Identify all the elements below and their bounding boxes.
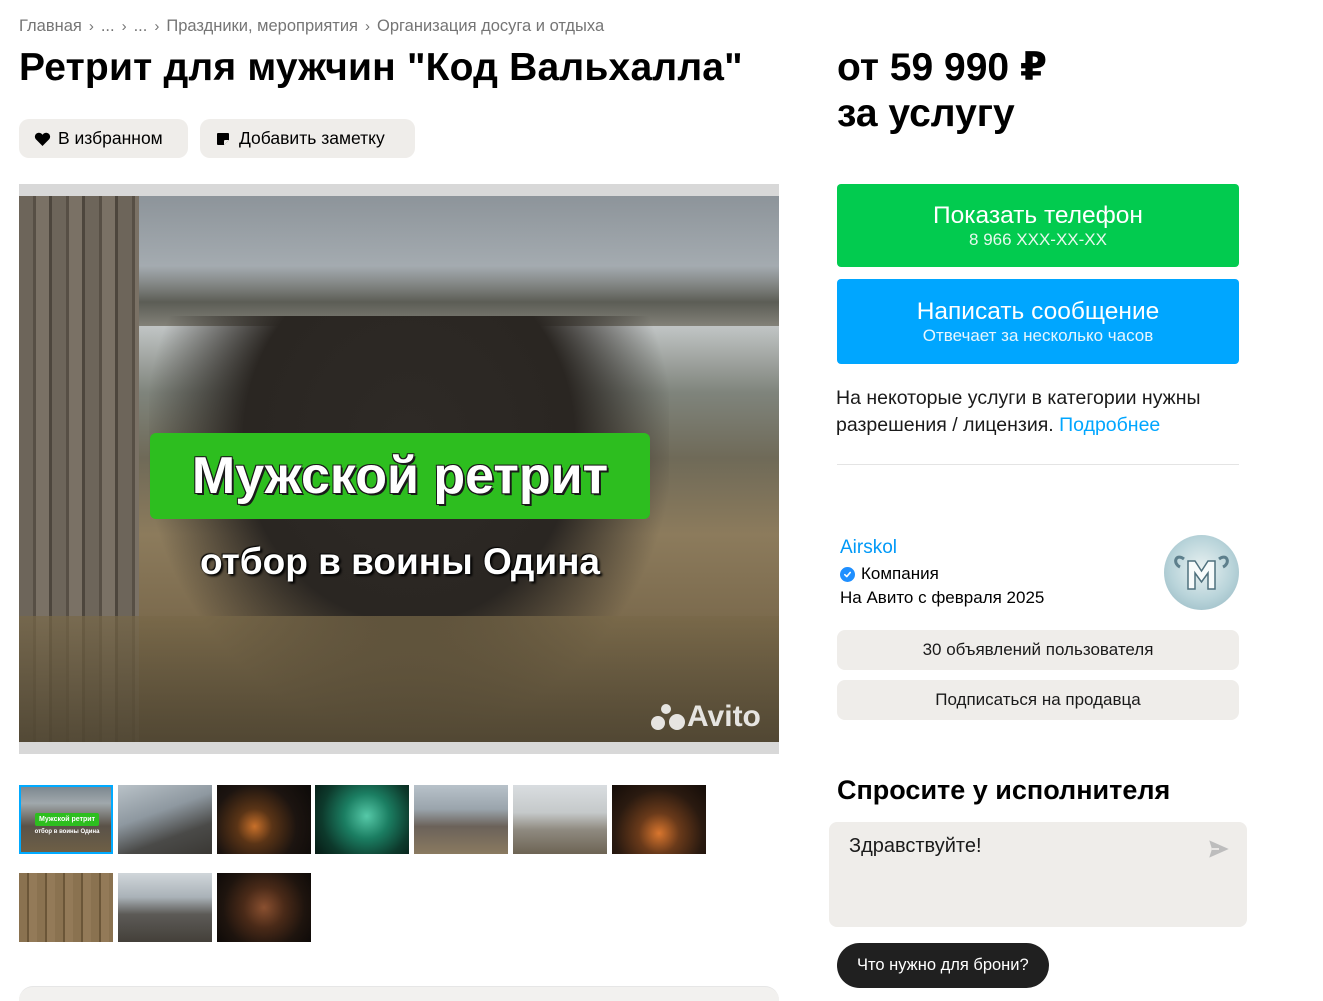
note-icon bbox=[214, 130, 232, 148]
write-message-button[interactable]: Написать сообщение Отвечает за несколько… bbox=[837, 279, 1239, 364]
thumbnail-3[interactable] bbox=[217, 785, 311, 854]
avito-watermark: Avito bbox=[651, 700, 761, 734]
main-photo[interactable]: Мужской ретрит отбор в воины Одина Avito bbox=[19, 184, 779, 754]
thumbnail-4[interactable] bbox=[315, 785, 409, 854]
chevron-right-icon: › bbox=[88, 17, 94, 35]
thumbnail-7[interactable] bbox=[612, 785, 706, 854]
seller-type-label: Компания bbox=[861, 564, 939, 583]
photo-scene: Мужской ретрит отбор в воины Одина Avito bbox=[19, 196, 779, 742]
show-phone-label: Показать телефон bbox=[933, 201, 1143, 229]
breadcrumb-holidays[interactable]: Праздники, мероприятия bbox=[166, 17, 358, 36]
page-title: Ретрит для мужчин "Код Вальхалла" bbox=[19, 46, 743, 89]
add-note-button[interactable]: Добавить заметку bbox=[200, 119, 415, 158]
heart-icon bbox=[33, 130, 51, 148]
breadcrumb-ellipsis-1[interactable]: ... bbox=[101, 17, 115, 36]
write-message-label: Написать сообщение bbox=[916, 297, 1160, 325]
verified-icon bbox=[840, 566, 855, 582]
seller-ads-button[interactable]: 30 объявлений пользователя bbox=[837, 630, 1239, 670]
seller-name[interactable]: Airskol bbox=[840, 537, 897, 559]
favorite-button[interactable]: В избранном bbox=[19, 119, 188, 158]
thumbnail-subtitle: отбор в воины Одина bbox=[34, 829, 100, 835]
price: от 59 990 ₽ за услугу bbox=[837, 45, 1047, 137]
chevron-right-icon: › bbox=[364, 17, 370, 35]
thumbnail-10[interactable] bbox=[217, 873, 311, 942]
watermark-text: Avito bbox=[687, 700, 761, 733]
show-phone-button[interactable]: Показать телефон 8 966 XXX-XX-XX bbox=[837, 184, 1239, 267]
ram-logo-icon bbox=[1174, 555, 1229, 590]
price-unit: за услугу bbox=[837, 92, 1015, 135]
thumbnail-2[interactable] bbox=[118, 785, 212, 854]
add-note-label: Добавить заметку bbox=[239, 128, 385, 148]
price-value: от 59 990 ₽ bbox=[837, 46, 1048, 89]
ask-section-title: Спросите у исполнителя bbox=[837, 775, 1171, 805]
divider bbox=[837, 464, 1239, 465]
breadcrumb-leisure[interactable]: Организация досуга и отдыха bbox=[377, 17, 604, 36]
quick-question-chip[interactable]: Что нужно для брони? bbox=[837, 943, 1049, 988]
seller-type: Компания bbox=[840, 564, 939, 584]
chevron-right-icon: › bbox=[154, 17, 160, 35]
banner-title: Мужской ретрит bbox=[191, 447, 609, 505]
breadcrumb-home[interactable]: Главная bbox=[19, 17, 82, 36]
thumbnail-1[interactable]: Мужской ретрит отбор в воины Одина bbox=[19, 785, 113, 854]
bottom-panel-edge bbox=[19, 986, 779, 1001]
favorite-label: В избранном bbox=[58, 128, 163, 148]
thumbnail-9[interactable] bbox=[118, 873, 212, 942]
response-time: Отвечает за несколько часов bbox=[922, 325, 1154, 345]
avito-logo-icon bbox=[651, 704, 685, 730]
message-textarea[interactable]: Здравствуйте! bbox=[829, 822, 1247, 927]
seller-since: На Авито с февраля 2025 bbox=[840, 588, 1045, 607]
banner-subtitle: отбор в воины Одина bbox=[199, 541, 600, 582]
permits-more-link[interactable]: Подробнее bbox=[1059, 414, 1160, 436]
thumbnail-banner: Мужской ретрит bbox=[35, 813, 99, 826]
phone-masked: 8 966 XXX-XX-XX bbox=[969, 229, 1107, 249]
thumbnail-5[interactable] bbox=[414, 785, 508, 854]
thumbnail-8[interactable] bbox=[19, 873, 113, 942]
thumbnail-6[interactable] bbox=[513, 785, 607, 854]
breadcrumb-ellipsis-2[interactable]: ... bbox=[134, 17, 148, 36]
breadcrumb: Главная › ... › ... › Праздники, меропри… bbox=[19, 15, 604, 37]
send-icon[interactable] bbox=[1206, 836, 1232, 862]
permits-notice: На некоторые услуги в категории нужны ра… bbox=[836, 385, 1246, 439]
avatar[interactable] bbox=[1164, 535, 1239, 610]
chevron-right-icon: › bbox=[121, 17, 127, 35]
subscribe-seller-button[interactable]: Подписаться на продавца bbox=[837, 680, 1239, 720]
